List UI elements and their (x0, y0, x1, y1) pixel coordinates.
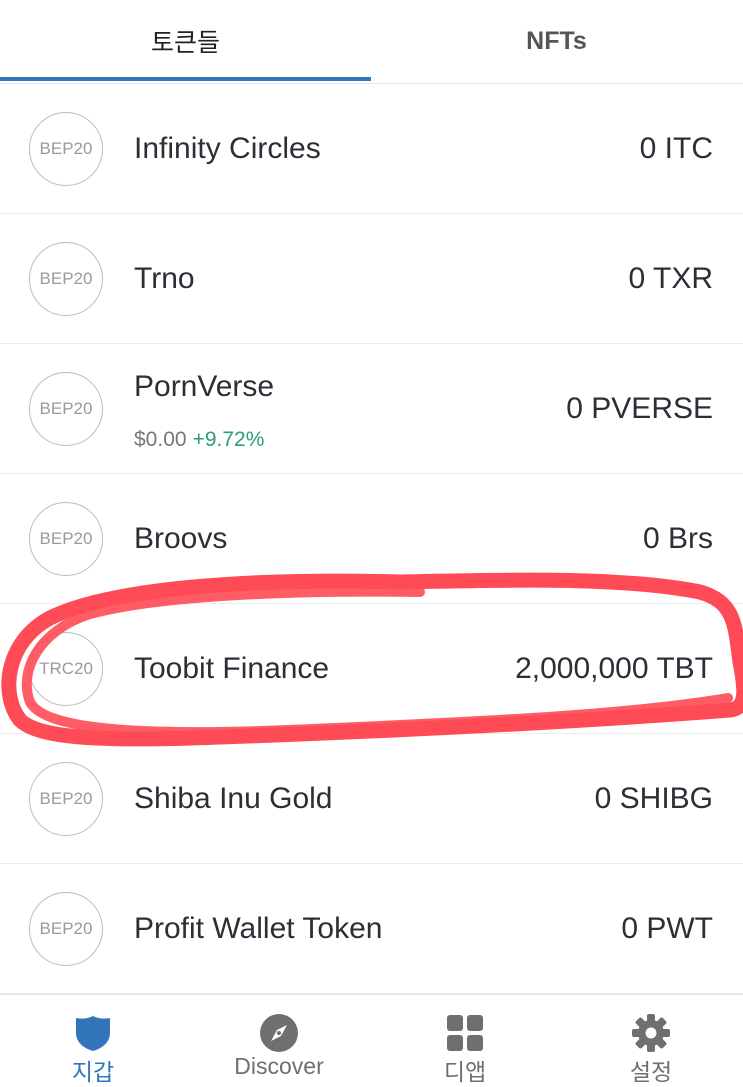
token-standard-badge: BEP20 (29, 112, 103, 186)
token-price-value: $0.00 (134, 428, 187, 451)
token-balance: 0 PWT (621, 912, 713, 945)
active-tab-indicator (0, 77, 371, 81)
nav-dapps[interactable]: 디앱 (372, 995, 558, 1085)
token-standard-badge: TRC20 (29, 632, 103, 706)
token-price-change: +9.72% (192, 428, 265, 451)
token-balance: 0 Brs (642, 522, 713, 555)
token-row[interactable]: BEP20 PornVerse $0.00 +9.72% 0 PVERSE (0, 344, 743, 474)
token-name: PornVerse (134, 370, 275, 403)
token-balance: 0 PVERSE (566, 392, 713, 425)
tab-nfts[interactable]: NFTs (371, 0, 742, 82)
nav-settings[interactable]: 설정 (558, 995, 743, 1085)
token-list: BEP20 Infinity Circles 0 ITC BEP20 Trno … (0, 84, 743, 994)
token-standard-badge: BEP20 (29, 762, 103, 836)
grid-icon (447, 1015, 483, 1051)
nav-label: Discover (234, 1053, 324, 1079)
nav-wallet[interactable]: 지갑 (0, 995, 186, 1085)
token-standard-badge: BEP20 (29, 372, 103, 446)
token-balance: 0 ITC (639, 132, 713, 165)
token-standard-badge: BEP20 (29, 892, 103, 966)
token-row[interactable]: TRC20 Toobit Finance 2,000,000 TBT (0, 604, 743, 734)
token-name: Toobit Finance (134, 652, 330, 685)
token-name: Infinity Circles (134, 132, 321, 165)
token-name: Profit Wallet Token (134, 912, 383, 945)
token-balance: 0 SHIBG (594, 782, 713, 815)
nav-label: 지갑 (71, 1059, 115, 1085)
token-row[interactable]: BEP20 Broovs 0 Brs (0, 474, 743, 604)
token-row[interactable]: BEP20 Shiba Inu Gold 0 SHIBG (0, 734, 743, 864)
token-balance: 0 TXR (628, 262, 713, 295)
token-standard-badge: BEP20 (29, 242, 103, 316)
token-name: Broovs (134, 522, 228, 555)
nav-discover[interactable]: Discover (186, 995, 372, 1082)
token-price: $0.00 +9.72% (134, 428, 264, 452)
token-standard-badge: BEP20 (29, 502, 103, 576)
token-row[interactable]: BEP20 Infinity Circles 0 ITC (0, 84, 743, 214)
compass-icon (260, 1014, 298, 1052)
gear-icon (632, 1014, 670, 1052)
nav-label: 디앱 (443, 1059, 487, 1085)
token-nft-tabs: 토큰들 NFTs (0, 0, 743, 84)
token-name: Shiba Inu Gold (134, 782, 333, 815)
token-row[interactable]: BEP20 Profit Wallet Token 0 PWT (0, 864, 743, 994)
token-balance: 2,000,000 TBT (515, 652, 713, 685)
tab-tokens[interactable]: 토큰들 (0, 0, 371, 82)
token-name: Trno (134, 262, 195, 295)
nav-label: 설정 (629, 1059, 673, 1085)
shield-icon (76, 1016, 110, 1051)
token-row[interactable]: BEP20 Trno 0 TXR (0, 214, 743, 344)
bottom-navigation: 지갑 Discover 디앱 설정 (0, 994, 743, 1085)
